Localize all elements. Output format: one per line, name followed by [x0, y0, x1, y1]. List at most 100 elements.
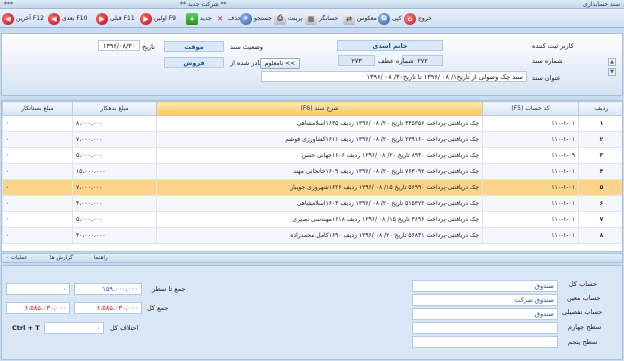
debit-cell[interactable]: ۴،۰۰۰،۰۰۰: [72, 195, 157, 212]
unknown-button[interactable]: نامعلوم <<: [260, 58, 300, 69]
print-button[interactable]: ⎙ پرینت: [274, 11, 302, 26]
reports-link[interactable]: گزارش ها: [50, 255, 73, 261]
description-cell[interactable]: چک دریافتنی-پرداخت ۸۹۴۰ تاریخ ۲۰/ ۰۸ /۱۳…: [156, 147, 483, 164]
column-credit[interactable]: مبلغ بستانکار: [2, 101, 73, 116]
sum-label: جمع کل: [147, 304, 169, 312]
description-cell[interactable]: چک دریافتنی-پرداخت ۵۱۵۳۷۲ تاریخ ۲۰/ ۰۸ /…: [156, 195, 483, 212]
column-description[interactable]: شرح سند (F6): [156, 101, 483, 116]
table-row[interactable]: ۲ ۱۱۰-۱-۰۱ چک دریافتنی-پرداخت ۲۳۹۱۶۰ تار…: [2, 131, 622, 148]
previous-record-icon: ▶: [96, 12, 108, 25]
exit-icon: ⌂: [404, 12, 416, 25]
copy-button[interactable]: ⧉ کپی: [378, 11, 402, 26]
description-cell[interactable]: چک دریافتنی-پرداخت ۴۴۵۳۵۶ تاریخ ۲۰/ ۰۸ /…: [156, 115, 483, 132]
atf-field[interactable]: ۲۷۳: [338, 55, 375, 66]
description-cell[interactable]: چک دریافتنی-پرداخت ۵۶۸۴۱ تاریخ ۲۰/ ۰۸ /۱…: [156, 227, 483, 244]
next-button[interactable]: ◀ بعدی F10: [48, 11, 87, 26]
credit-cell[interactable]: ۰: [2, 163, 73, 180]
calculator-button[interactable]: ▦ حسابگر: [305, 11, 338, 26]
table-row[interactable]: ۱ ۱۱۰-۱-۰۱ چک دریافتنی-پرداخت ۴۴۵۳۵۶ تار…: [2, 115, 622, 132]
guide-link[interactable]: راهنما: [94, 255, 108, 261]
first-button[interactable]: ▶ اولین F9: [140, 11, 176, 26]
row-number: ۱: [578, 115, 622, 132]
credit-cell[interactable]: ۰: [2, 115, 73, 132]
description-cell[interactable]: چک دریافتنی-پرداخت ۷۶۳۰۹۲ تاریخ ۲۰/ ۰۸ /…: [156, 163, 483, 180]
delete-button[interactable]: ✕ حذف: [214, 11, 241, 26]
account-code-cell[interactable]: ۱۱۰-۱-۰۱: [482, 195, 579, 212]
new-button[interactable]: + جدید: [186, 11, 212, 26]
scroll-down-icon[interactable]: ▼: [608, 68, 616, 76]
credit-cell[interactable]: ۰: [2, 227, 73, 244]
new-icon: +: [186, 12, 198, 25]
debit-cell[interactable]: ۵،۰۰۰،۰۰۰: [72, 147, 157, 164]
search-button[interactable]: ⌕ جستجو: [240, 11, 272, 26]
account-label-1: حساب معین: [567, 294, 601, 302]
status-bar: ۰ عملیات گزارش ها راهنما: [1, 253, 623, 263]
account-code-cell[interactable]: ۱۱۰-۱-۰۱: [482, 179, 579, 196]
debit-cell[interactable]: ۳۰،۰۰۰،۰۰۰: [72, 227, 157, 244]
account-code-cell[interactable]: ۱۱۰-۱-۰۱: [482, 211, 579, 228]
debit-cell[interactable]: ۵،۰۰۰،۰۰۰: [72, 211, 157, 228]
account-value-1[interactable]: صندوق شرکت: [412, 294, 558, 306]
reverse-button[interactable]: ⇄ معکوس: [343, 11, 377, 26]
account-code-cell[interactable]: ۱۱۰-۱-۰۱: [482, 227, 579, 244]
account-value-2[interactable]: صندوق: [412, 308, 558, 320]
account-value-3[interactable]: [412, 322, 558, 334]
table-row[interactable]: ۷ ۱۱۰-۱-۰۱ چک دریافتنی-پرداخت ۴۶۹۶ تاریخ…: [2, 211, 622, 228]
table-row[interactable]: ۳ ۱۱۰-۱-۰۹ چک دریافتنی-پرداخت ۸۹۴۰ تاریخ…: [2, 147, 622, 164]
account-label-2: حساب تفصیلی: [562, 308, 603, 316]
issued-from-field[interactable]: فروش: [164, 57, 224, 68]
credit-cell[interactable]: ۰: [2, 179, 73, 196]
table-row[interactable]: ۸ ۱۱۰-۱-۰۱ چک دریافتنی-پرداخت ۵۶۸۴۱ تاری…: [2, 227, 622, 244]
credit-cell[interactable]: ۰: [2, 147, 73, 164]
column-debit[interactable]: مبلغ بدهکار: [72, 101, 157, 116]
account-code-cell[interactable]: ۱۱۰-۱-۰۱: [482, 163, 579, 180]
new-button-label: جدید: [200, 15, 212, 22]
description-field[interactable]: سند چک وصولی از تاریخ۱/ ۰۸ /۱۳۹۶ تا تاری…: [261, 71, 527, 82]
operations-link[interactable]: ۰ عملیات: [6, 255, 28, 261]
total-debit-field: ۱۵۹،۰۰۰،۰۰۰: [74, 283, 142, 295]
account-label-0: حساب کل: [569, 280, 597, 288]
document-header: ▲ ▼ کاربر ثبت کننده خانم اسدی شماره سند …: [1, 33, 623, 96]
print-button-label: پرینت: [288, 15, 303, 22]
debit-cell[interactable]: ۷،۰۰۰،۰۰۰: [72, 131, 157, 148]
row-number: ۶: [578, 195, 622, 212]
credit-cell[interactable]: ۰: [2, 195, 73, 212]
column-account-code[interactable]: کد حساب (F5): [482, 101, 579, 116]
status-field[interactable]: موقت: [164, 41, 224, 52]
last-record-icon: ◀: [2, 12, 14, 25]
table-row-selected[interactable]: ۵ ۱۱۰-۱-۰۱ چک دریافتنی-پرداخت ۵۶۹۹۰ تاری…: [2, 179, 622, 196]
toolbar: ◀ آخرین F12 ◀ بعدی F10 ▶ قبلی F11 ▶ اولی…: [0, 9, 624, 28]
description-cell[interactable]: چک دریافتنی-پرداخت ۲۳۹۱۶۰ تاریخ ۲۰/ ۰۸ /…: [156, 131, 483, 148]
description-cell[interactable]: چک دریافتنی-پرداخت ۵۶۹۹۰ تاریخ ۱۵/ ۰۸ /۱…: [156, 179, 483, 196]
last-button-label: آخرین F12: [16, 15, 44, 22]
company-name: ** شرکت جدید **: [180, 1, 227, 8]
search-icon: ⌕: [240, 12, 252, 25]
registrar-field[interactable]: خانم اسدی: [337, 40, 443, 51]
table-row[interactable]: ۶ ۱۱۰-۱-۰۱ چک دریافتنی-پرداخت ۵۱۵۳۷۲ تار…: [2, 195, 622, 212]
exit-button-label: خروج: [418, 15, 432, 22]
exit-button[interactable]: ⌂ خروج: [404, 11, 432, 26]
scroll-up-icon[interactable]: ▲: [608, 58, 616, 66]
account-value-4[interactable]: [412, 336, 558, 348]
delete-icon: ✕: [217, 14, 223, 23]
table-row[interactable]: ۴ ۱۱۰-۱-۰۱ چک دریافتنی-پرداخت ۷۶۳۰۹۲ تار…: [2, 163, 622, 180]
credit-cell[interactable]: ۰: [2, 131, 73, 148]
previous-button[interactable]: ▶ قبلی F11: [96, 11, 135, 26]
credit-cell[interactable]: ۰: [2, 211, 73, 228]
account-code-cell[interactable]: ۱۱۰-۱-۰۱: [482, 131, 579, 148]
account-code-cell[interactable]: ۱۱۰-۱-۰۱: [482, 115, 579, 132]
title-bar: سند حسابداری *** ** شرکت جدید **: [0, 0, 624, 9]
date-field[interactable]: ۱۳۹۶/۰۸/۳۰: [98, 40, 140, 51]
account-value-0[interactable]: صندوق: [412, 280, 558, 292]
account-label-4: سطح پنجم: [568, 338, 598, 346]
debit-cell[interactable]: ۱۵،۰۰۰،۰۰۰: [72, 163, 157, 180]
description-cell[interactable]: چک دریافتنی-پرداخت ۴۶۹۶ تاریخ ۱۵/ ۰۸ /۱۳…: [156, 211, 483, 228]
registrar-label: کاربر ثبت کننده: [532, 42, 574, 50]
column-row-number[interactable]: ردیف: [578, 101, 622, 116]
debit-cell[interactable]: ۸،۰۰۰،۰۰۰: [72, 115, 157, 132]
atf-label: شماره عطف: [378, 57, 414, 65]
last-button[interactable]: ◀ آخرین F12: [2, 11, 44, 26]
sum-debit-field: ۶،۵۸۵،۰۳۰،۰۰۰: [74, 302, 142, 314]
debit-cell[interactable]: ۷،۰۰۰،۰۰۰: [72, 179, 157, 196]
account-code-cell[interactable]: ۱۱۰-۱-۰۹: [482, 147, 579, 164]
